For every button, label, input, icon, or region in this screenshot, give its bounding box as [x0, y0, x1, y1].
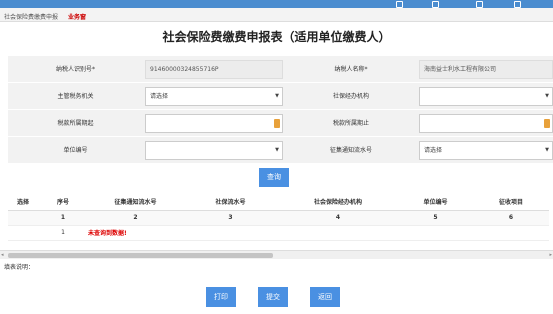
exit-icon — [514, 0, 521, 8]
col-header-unit-code[interactable]: 单位编号 — [398, 194, 473, 211]
scrollbar-thumb[interactable] — [8, 253, 273, 258]
form-row-4: 单位编号 ▼ 征集通知流水号 请选择 ▼ — [8, 137, 553, 164]
calendar-icon[interactable] — [544, 119, 550, 128]
calendar-icon[interactable] — [274, 119, 280, 128]
notice-no-value: 请选择 — [424, 147, 443, 154]
col-header-select[interactable]: 选择 — [8, 194, 38, 211]
tax-authority-select[interactable]: 请选择 ▼ — [145, 87, 283, 106]
toolbar-item-3[interactable] — [476, 0, 483, 8]
col-header-agency[interactable]: 社会保险经办机构 — [278, 194, 398, 211]
horizontal-scrollbar[interactable]: ◂ ▸ — [0, 250, 553, 259]
taxpayer-id-label: 纳税人识别号* — [55, 66, 95, 73]
col-header-levy-item[interactable]: 征收项目 — [473, 194, 549, 211]
table-cell: 6 — [473, 210, 549, 226]
chevron-down-icon: ▼ — [275, 147, 279, 153]
form-row-1: 纳税人识别号* 91460000324855716P 纳税人名称* 海南益士利水… — [8, 56, 553, 83]
page-title: 社会保险费缴费申报表（适用单位缴费人） — [162, 30, 391, 44]
unit-code-label: 单位编号 — [63, 147, 88, 154]
table-cell — [8, 225, 38, 241]
taxpayer-name-field: 海南益士利水工程有限公司 — [419, 60, 553, 79]
agency-label: 社保经办机构 — [332, 93, 369, 100]
table-cell: 5 — [398, 210, 473, 226]
taxpayer-id-field: 91460000324855716P — [145, 60, 283, 79]
table-cell: 1 — [38, 210, 88, 226]
unit-code-select[interactable]: ▼ — [145, 141, 283, 160]
top-toolbar — [0, 0, 553, 8]
table-row: 1 未查询到数据! — [8, 225, 549, 241]
agency-select[interactable]: ▼ — [419, 87, 553, 106]
table-cell: 3 — [183, 210, 278, 226]
col-header-seq[interactable]: 序号 — [38, 194, 88, 211]
toolbar-item-1[interactable] — [396, 0, 403, 8]
table-index-row: 1 2 3 4 5 6 — [8, 210, 549, 226]
chevron-down-icon: ▼ — [275, 93, 279, 99]
toolbar-item-4[interactable] — [514, 0, 521, 8]
breadcrumb-section[interactable]: 社会保险费缴费申报 — [4, 12, 58, 21]
form-row-3: 税款所属期起 税款所属期止 — [8, 110, 553, 137]
period-end-input[interactable] — [419, 114, 553, 133]
scroll-left-icon[interactable]: ◂ — [1, 252, 4, 258]
instructions-label: 填表说明： — [4, 264, 35, 271]
period-start-input[interactable] — [145, 114, 283, 133]
tax-authority-label: 主管税务机关 — [57, 93, 94, 100]
table-cell: 4 — [278, 210, 398, 226]
print-button[interactable]: 打印 — [206, 287, 236, 307]
chevron-down-icon: ▼ — [545, 93, 549, 99]
breadcrumb: 社会保险费缴费申报 业务窗 — [0, 8, 553, 22]
query-button[interactable]: 查询 — [259, 168, 289, 187]
submit-button[interactable]: 提交 — [258, 287, 288, 307]
table-cell — [8, 210, 38, 226]
notice-no-select[interactable]: 请选择 ▼ — [419, 141, 553, 160]
scroll-right-icon[interactable]: ▸ — [549, 252, 552, 258]
notice-no-label: 征集通知流水号 — [329, 147, 372, 154]
col-header-notice-no[interactable]: 征集通知流水号 — [88, 194, 183, 211]
no-data-message: 未查询到数据! — [88, 225, 549, 241]
period-start-label: 税款所属期起 — [57, 120, 94, 127]
breadcrumb-current[interactable]: 业务窗 — [68, 12, 86, 21]
chevron-down-icon: ▼ — [545, 147, 549, 153]
period-end-label: 税款所属期止 — [332, 120, 369, 127]
taxpayer-name-label: 纳税人名称* — [334, 66, 368, 73]
close-icon — [432, 0, 439, 8]
window-icon — [396, 0, 403, 8]
results-table: 选择 序号 征集通知流水号 社保流水号 社会保险经办机构 单位编号 征收项目 1… — [8, 194, 549, 241]
back-button[interactable]: 返回 — [310, 287, 340, 307]
table-cell: 2 — [88, 210, 183, 226]
table-cell: 1 — [38, 225, 88, 241]
form-row-2: 主管税务机关 请选择 ▼ 社保经办机构 ▼ — [8, 83, 553, 110]
col-header-social-no[interactable]: 社保流水号 — [183, 194, 278, 211]
table-header-row: 选择 序号 征集通知流水号 社保流水号 社会保险经办机构 单位编号 征收项目 — [8, 194, 549, 211]
toolbar-item-2[interactable] — [432, 0, 439, 8]
home-icon — [476, 0, 483, 8]
tax-authority-value: 请选择 — [150, 93, 169, 100]
